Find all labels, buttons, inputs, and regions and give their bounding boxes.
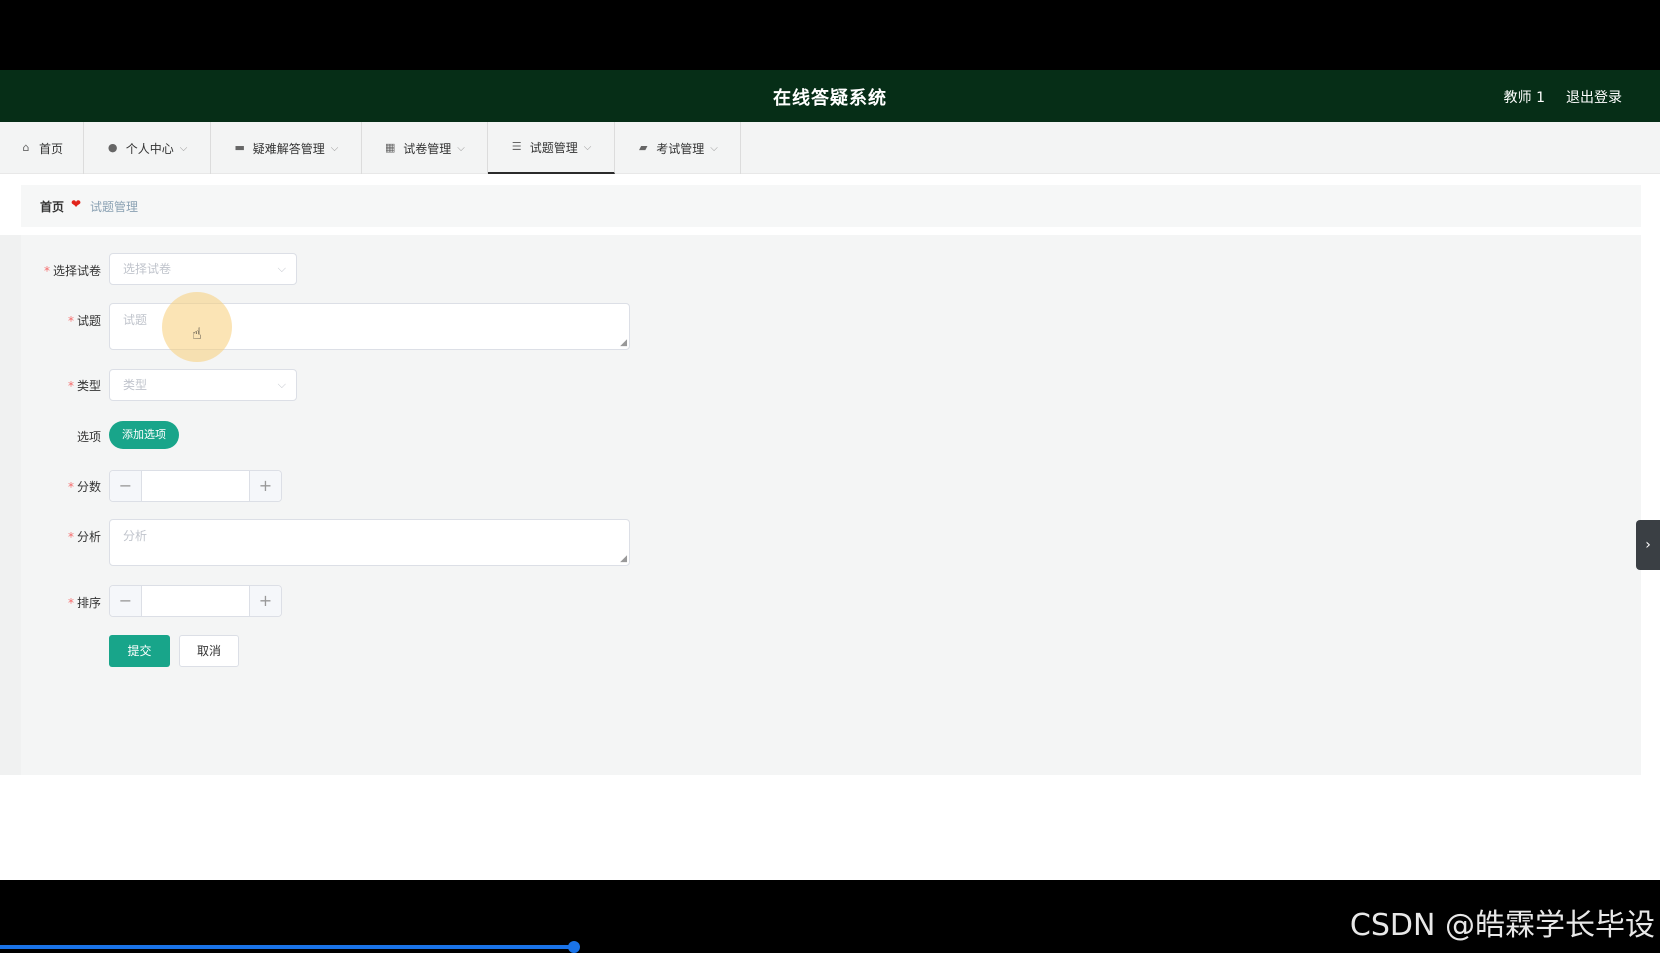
home-icon: ⌂	[22, 141, 30, 154]
analysis-textarea[interactable]: 分析 ◢	[109, 519, 630, 566]
breadcrumb-home[interactable]: 首页	[40, 198, 64, 215]
top-header: 在线答疑系统 教师 1 退出登录	[0, 70, 1660, 122]
cancel-button[interactable]: 取消	[179, 635, 239, 667]
progress-knob[interactable]	[568, 941, 580, 953]
type-select[interactable]: 类型 ⌵	[109, 369, 297, 401]
nav-item-exams[interactable]: ▰ 考试管理 ⌵	[615, 122, 741, 174]
chevron-down-icon: ⌵	[179, 142, 188, 154]
breadcrumb: 首页 ❤ 试题管理	[21, 185, 1641, 227]
nav-item-home[interactable]: ⌂ 首页	[0, 122, 84, 174]
analysis-placeholder: 分析	[123, 529, 148, 543]
paper-placeholder: 选择试卷	[123, 262, 172, 276]
submit-button[interactable]: 提交	[109, 635, 170, 667]
current-user: 教师 1	[1503, 90, 1545, 106]
order-label: * 排序	[67, 596, 101, 610]
chevron-down-icon: ⌵	[330, 142, 339, 154]
analysis-label: * 分析	[67, 530, 101, 544]
left-strip	[0, 235, 21, 775]
briefcase-icon: ▰	[638, 141, 648, 154]
chevron-down-icon: ⌵	[457, 142, 465, 154]
question-form: * 选择试卷 选择试卷 ⌵ * 试题 试题 ◢ * 类型 类型 ⌵ 选项 添加选项 *…	[21, 235, 1641, 775]
nav-item-questions[interactable]: ☰ 试题管理 ⌵	[488, 122, 615, 174]
grid-icon: ▦	[384, 141, 396, 154]
paper-select[interactable]: 选择试卷 ⌵	[109, 253, 297, 285]
watermark: CSDN @皓霖学长毕设	[1349, 908, 1655, 943]
nav-item-qa[interactable]: ▬ 疑难解答管理 ⌵	[211, 122, 362, 174]
nav-item-label: 个人中心	[125, 141, 174, 156]
order-stepper[interactable]: − +	[109, 585, 282, 617]
increment-button[interactable]: +	[249, 471, 281, 501]
nav-item-label: 首页	[38, 141, 63, 156]
app-title: 在线答疑系统	[773, 88, 887, 109]
resize-grip-icon[interactable]: ◢	[620, 554, 627, 564]
video-progress-bar[interactable]	[0, 945, 575, 949]
nav-item-label: 考试管理	[656, 141, 705, 156]
app-window: 在线答疑系统 教师 1 退出登录 ⌂ 首页 ● 个人中心 ⌵ ▬ 疑难解答管理 …	[0, 70, 1660, 880]
list-icon: ☰	[511, 140, 522, 153]
type-placeholder: 类型	[123, 378, 148, 392]
score-label: * 分数	[67, 480, 101, 494]
decrement-button[interactable]: −	[110, 471, 142, 501]
nav-item-papers[interactable]: ▦ 试卷管理 ⌵	[362, 122, 488, 174]
chevron-down-icon: ⌵	[583, 141, 592, 153]
paper-label: * 选择试卷	[43, 264, 101, 278]
question-label: * 试题	[67, 314, 101, 328]
decrement-button[interactable]: −	[110, 586, 142, 616]
breadcrumb-current: 试题管理	[90, 200, 139, 214]
resize-grip-icon[interactable]: ◢	[620, 338, 627, 348]
user-icon: ●	[107, 141, 118, 154]
heart-icon: ❤	[71, 197, 82, 211]
chevron-right-icon[interactable]: ›	[1636, 520, 1660, 570]
add-option-button[interactable]: 添加选项	[109, 421, 179, 449]
hand-cursor-icon: ☝	[192, 324, 202, 343]
logout-link[interactable]: 退出登录	[1566, 87, 1622, 107]
options-label: 选项	[76, 430, 101, 444]
ticket-icon: ▬	[234, 141, 245, 154]
screen-frame: 在线答疑系统 教师 1 退出登录 ⌂ 首页 ● 个人中心 ⌵ ▬ 疑难解答管理 …	[0, 0, 1660, 953]
chevron-down-icon: ⌵	[710, 142, 718, 154]
nav-item-profile[interactable]: ● 个人中心 ⌵	[84, 122, 211, 174]
nav-item-label: 试卷管理	[403, 141, 452, 156]
chevron-down-icon: ⌵	[277, 378, 286, 391]
increment-button[interactable]: +	[249, 586, 281, 616]
question-placeholder: 试题	[123, 313, 148, 327]
nav-item-label: 疑难解答管理	[252, 141, 325, 156]
score-stepper[interactable]: − +	[109, 470, 282, 502]
nav-item-label: 试题管理	[529, 140, 578, 155]
main-nav: ⌂ 首页 ● 个人中心 ⌵ ▬ 疑难解答管理 ⌵ ▦ 试卷管理 ⌵ ☰ 试题管理	[0, 122, 1660, 174]
type-label: * 类型	[67, 379, 101, 393]
chevron-down-icon: ⌵	[277, 262, 286, 275]
